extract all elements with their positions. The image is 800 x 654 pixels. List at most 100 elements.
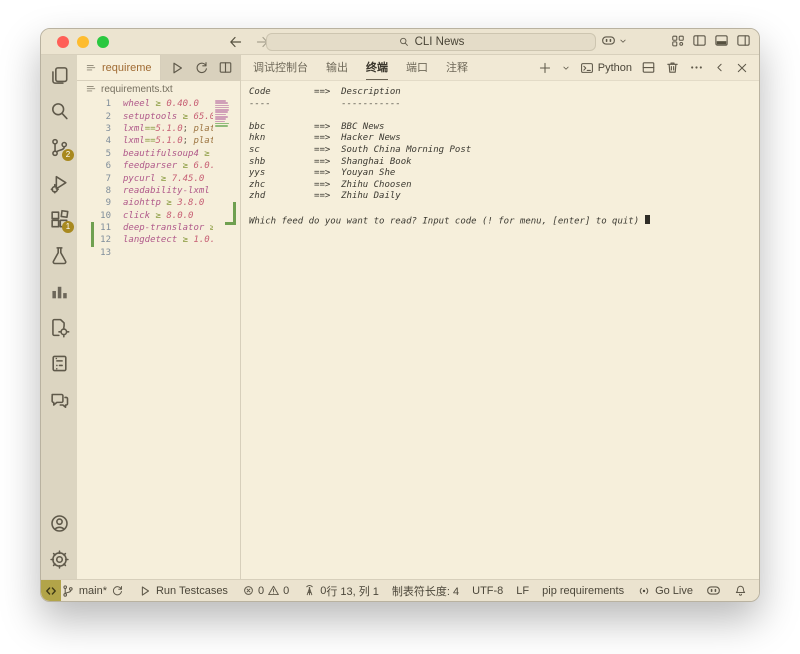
status-encoding[interactable]: UTF-8 [472, 585, 503, 597]
status-bar: main*Run Testcases000 行 13, 列 1制表符长度: 4U… [41, 579, 759, 601]
code-line: 8readability-lxml ≥ [77, 185, 213, 197]
status-ports[interactable]: 0 [303, 584, 326, 597]
activity-item-search[interactable] [47, 99, 71, 123]
split-editor-icon[interactable] [218, 60, 233, 75]
panel-tab-端口[interactable]: 端口 [406, 55, 428, 80]
close-window-button[interactable] [57, 36, 69, 48]
code-line: 5beautifulsoup4 ≥ 4.1 [77, 148, 213, 160]
command-center-search[interactable]: CLI News [266, 33, 596, 51]
activity-item-source-control[interactable]: 2 [47, 135, 71, 159]
new-terminal-icon[interactable] [538, 61, 552, 75]
close-panel-icon[interactable] [735, 61, 749, 75]
line-number: 3 [77, 124, 111, 134]
line-number: 7 [77, 174, 111, 184]
chevron-left-icon[interactable] [713, 61, 726, 74]
search-text: CLI News [415, 36, 465, 48]
status-tab-size[interactable]: 制表符长度: 4 [392, 583, 459, 599]
zoom-window-button[interactable] [97, 36, 109, 48]
badge: 1 [62, 221, 74, 233]
minimap[interactable] [215, 100, 230, 130]
split-terminal-icon[interactable] [641, 60, 656, 75]
line-number: 1 [77, 99, 111, 109]
code-line: 10click ≥ 8.0.0 [77, 210, 213, 222]
status-git-branch[interactable]: main* [61, 584, 124, 598]
panel-tab-调试控制台[interactable]: 调试控制台 [253, 55, 308, 80]
panel-tab-输出[interactable]: 输出 [326, 55, 348, 80]
line-number: 11 [77, 223, 111, 233]
remote-indicator[interactable] [41, 580, 61, 601]
terminal-cursor [645, 215, 651, 225]
copilot-menu[interactable] [601, 33, 628, 48]
breadcrumb[interactable]: requirements.txt [77, 81, 240, 97]
customize-layout-icon[interactable] [671, 33, 685, 48]
code-line: 3lxml==5.1.0; platform [77, 123, 213, 135]
line-number: 5 [77, 149, 111, 159]
text-file-icon [85, 62, 97, 74]
titlebar: CLI News [41, 29, 759, 55]
editor-group: requirements.txt requirements.txt 1wheel… [77, 55, 241, 579]
activity-bar: 21 [41, 55, 77, 579]
sidebar-left-icon[interactable] [692, 33, 707, 48]
line-number: 9 [77, 198, 111, 208]
status-problems[interactable]: 00 [242, 584, 289, 597]
code-line: 4lxml==5.1.0; platform [77, 135, 213, 147]
copilot-icon [601, 33, 616, 48]
tab-requirements[interactable]: requirements.txt [77, 55, 161, 80]
status-cursor-position[interactable]: 行 13, 列 1 [326, 583, 379, 599]
line-number: 2 [77, 112, 111, 122]
terminal-icon [580, 61, 594, 75]
code-line: 7pycurl ≥ 7.45.0 [77, 172, 213, 184]
rerun-icon[interactable] [194, 60, 209, 75]
text-file-icon [85, 83, 97, 95]
minimize-window-button[interactable] [77, 36, 89, 48]
git-added-bar [91, 234, 94, 246]
badge: 2 [62, 149, 74, 161]
status-go-live[interactable]: Go Live [637, 584, 693, 598]
activity-item-explorer[interactable] [47, 63, 71, 87]
tab-strip: requirements.txt [77, 55, 240, 81]
terminal-dropdown-icon[interactable] [561, 63, 571, 73]
chevron-down-icon [618, 36, 628, 46]
sidebar-right-icon[interactable] [736, 33, 751, 48]
panel-tab-终端[interactable]: 终端 [366, 55, 388, 80]
activity-item-testing[interactable] [47, 243, 71, 267]
back-icon[interactable] [227, 33, 245, 51]
terminal-output[interactable]: Code ==> Description---- ----------- bbc… [241, 81, 759, 579]
terminal-prompt[interactable]: Which feed do you want to read? Input co… [249, 215, 751, 227]
line-number: 6 [77, 161, 111, 171]
activity-item-profiler[interactable] [47, 279, 71, 303]
status-language-mode[interactable]: pip requirements [542, 585, 624, 597]
activity-item-settings[interactable] [47, 547, 71, 571]
activity-item-file-settings[interactable] [47, 315, 71, 339]
run-python-icon[interactable] [169, 60, 185, 76]
activity-item-extensions[interactable]: 1 [47, 207, 71, 231]
panel-tab-注释[interactable]: 注释 [446, 55, 468, 80]
activity-item-run-debug[interactable] [47, 171, 71, 195]
line-number: 8 [77, 186, 111, 196]
code-line: 1wheel ≥ 0.40.0 [77, 98, 213, 110]
code-line: 12langdetect ≥ 1.0.9 [77, 234, 213, 246]
status-notifications[interactable] [734, 584, 747, 597]
search-icon [398, 36, 410, 48]
tab-label: requirements.txt [102, 62, 152, 74]
status-eol[interactable]: LF [516, 585, 529, 597]
remote-icon [44, 584, 58, 598]
activity-item-comments[interactable] [47, 387, 71, 411]
git-added-bar [91, 222, 94, 234]
terminal-shell-selector[interactable]: Python [580, 61, 632, 75]
activity-item-snippets[interactable] [47, 351, 71, 375]
code-editor[interactable]: 1wheel ≥ 0.40.02setuptools ≥ 65.0.03lxml… [77, 97, 240, 579]
status-copilot-status[interactable] [706, 583, 721, 598]
code-line: 11deep-translator ≥ 1.9 [77, 222, 213, 234]
line-number: 10 [77, 211, 111, 221]
activity-item-accounts[interactable] [47, 511, 71, 535]
kill-terminal-icon[interactable] [665, 60, 680, 75]
window-controls [57, 36, 109, 48]
panel-icon[interactable] [714, 33, 729, 48]
terminal-panel: 调试控制台输出终端端口注释 Python Code ==> Descrip [241, 55, 759, 579]
line-number: 13 [77, 248, 111, 258]
more-actions-icon[interactable] [689, 60, 704, 75]
status-run-testcases[interactable]: Run Testcases [138, 584, 228, 598]
code-line: 9aiohttp ≥ 3.8.0 [77, 197, 213, 209]
code-line: 13 [77, 247, 213, 259]
